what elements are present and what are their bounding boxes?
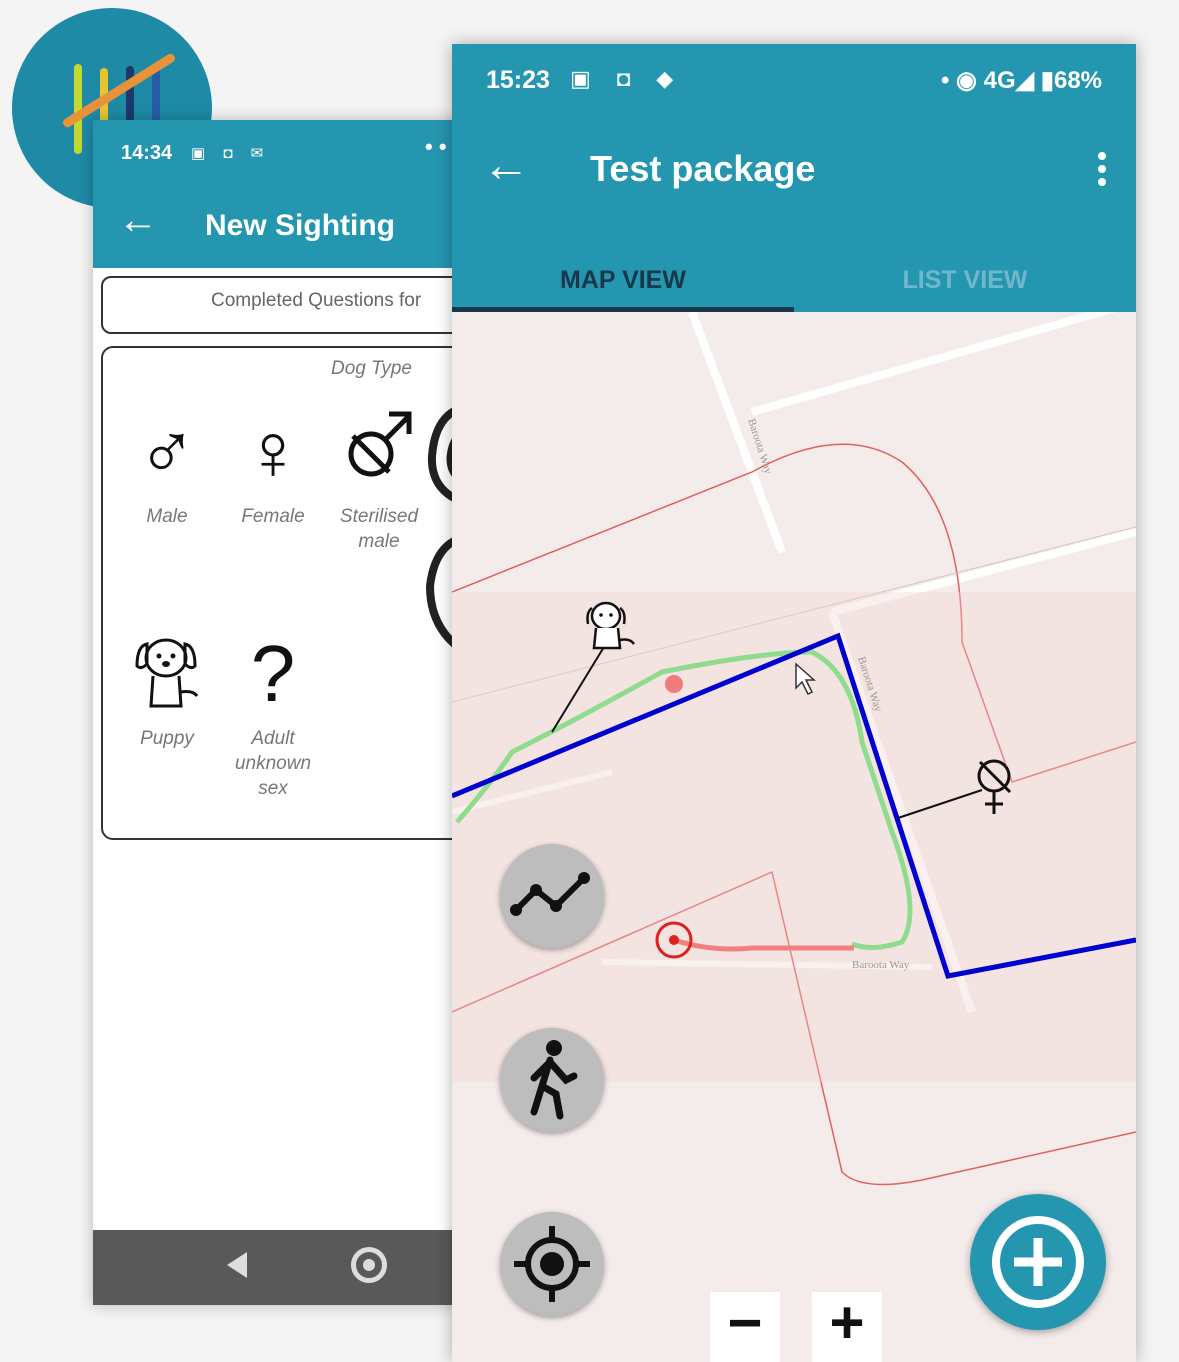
- zoom-in-button[interactable]: +: [812, 1292, 882, 1362]
- locate-button[interactable]: [500, 1212, 604, 1316]
- tab-list-view[interactable]: LIST VIEW: [794, 252, 1136, 312]
- option-puppy[interactable]: Puppy: [113, 626, 221, 751]
- nav-home-icon[interactable]: [351, 1247, 387, 1283]
- overflow-menu-icon[interactable]: [1098, 152, 1106, 191]
- zoom-out-button[interactable]: −: [710, 1292, 780, 1362]
- status-bar: 14:34 ▣ ◘ ✉ • •: [93, 120, 493, 182]
- female-icon: ♀: [243, 407, 303, 496]
- new-sighting-phone: 14:34 ▣ ◘ ✉ • • ← New Sighting Completed…: [93, 120, 493, 1305]
- option-label: Male: [146, 506, 188, 527]
- option-label: Puppy: [140, 728, 194, 749]
- status-dots: • •: [425, 134, 447, 159]
- status-time: 15:23: [486, 66, 550, 94]
- plus-circle-icon: [992, 1216, 1084, 1308]
- tab-map-view[interactable]: MAP VIEW: [452, 252, 794, 312]
- test-package-phone: 15:23 ▣ ◘ ◆ • ◉ 4G◢ ▮68% ← Test package …: [452, 44, 1136, 1362]
- status-right: • ◉ 4G◢ ▮68%: [940, 67, 1102, 94]
- status-time: 14:34: [121, 142, 173, 164]
- question-mark-icon: ?: [250, 629, 296, 718]
- add-sighting-button[interactable]: [970, 1194, 1106, 1330]
- option-label: Female: [241, 506, 305, 527]
- android-nav-bar: [93, 1230, 493, 1305]
- street-label: Baroota Way: [852, 959, 910, 971]
- page-title: New Sighting: [205, 209, 395, 242]
- tracks-button[interactable]: [500, 844, 604, 948]
- walking-person-icon: [530, 1040, 578, 1120]
- option-label: Adult unknown sex: [234, 728, 312, 799]
- option-female[interactable]: ♀ Female: [219, 404, 327, 529]
- app-bar: ← Test package MAP VIEW LIST VIEW: [452, 116, 1136, 312]
- back-arrow-icon[interactable]: ←: [118, 200, 158, 240]
- status-icons: ▣ ◘ ◆: [570, 66, 684, 91]
- dog-type-label: Dog Type: [331, 358, 412, 379]
- status-icons: ▣ ◘ ✉: [191, 145, 271, 162]
- status-bar: 15:23 ▣ ◘ ◆ • ◉ 4G◢ ▮68%: [452, 44, 1136, 116]
- puppy-icon: [113, 626, 221, 722]
- crosshair-icon: [514, 1226, 590, 1302]
- male-icon: ♂: [137, 407, 197, 496]
- page-title: Test package: [590, 148, 816, 189]
- option-male[interactable]: ♂ Male: [113, 404, 221, 529]
- option-adult-unknown-sex[interactable]: ? Adult unknown sex: [219, 626, 327, 801]
- walk-button[interactable]: [500, 1028, 604, 1132]
- completed-questions-button[interactable]: Completed Questions for: [101, 276, 493, 334]
- line-chart-icon: [510, 872, 590, 916]
- back-arrow-icon[interactable]: ←: [482, 142, 530, 190]
- nav-back-icon[interactable]: [227, 1252, 247, 1278]
- app-bar: ← New Sighting: [93, 182, 493, 268]
